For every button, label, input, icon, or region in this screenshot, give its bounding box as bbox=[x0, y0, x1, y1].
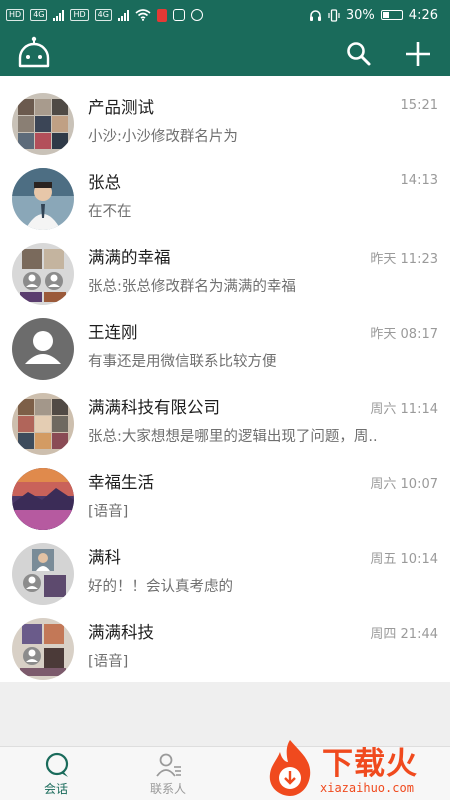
clock: 4:26 bbox=[408, 7, 438, 23]
conversation-name: 张总 bbox=[88, 173, 121, 192]
conversation-time: 周四 21:44 bbox=[370, 627, 438, 642]
headset-icon bbox=[309, 9, 321, 21]
status-right: 30% 4:26 bbox=[309, 8, 438, 23]
conversation-preview: 张总:张总修改群名为满满的幸福 bbox=[88, 279, 296, 295]
add-icon[interactable] bbox=[402, 38, 434, 70]
conversation-item[interactable]: 幸福生活 周六 10:07 [语音] bbox=[0, 457, 450, 532]
conversation-name: 满满的幸福 bbox=[88, 248, 171, 267]
conversation-time: 昨天 08:17 bbox=[370, 327, 438, 342]
group-avatar bbox=[12, 618, 74, 680]
conversation-item[interactable]: 王连刚 昨天 08:17 有事还是用微信联系比较方便 bbox=[0, 307, 450, 382]
conversation-name: 王连刚 bbox=[88, 323, 138, 342]
conversation-preview: [语音] bbox=[88, 504, 129, 520]
recording-icon bbox=[156, 8, 167, 22]
conversation-preview: 在不在 bbox=[88, 204, 132, 220]
conversation-time: 昨天 11:23 bbox=[370, 252, 438, 267]
conversation-item[interactable]: 张总 14:13 在不在 bbox=[0, 157, 450, 232]
hd-badge-2: HD bbox=[70, 9, 89, 21]
status-left: HD 4G HD 4G bbox=[6, 8, 203, 22]
conversation-name: 满科 bbox=[88, 548, 121, 567]
contacts-icon bbox=[156, 753, 181, 777]
app-notification-icon bbox=[190, 9, 203, 21]
conversation-list: 产品测试 15:21 小沙:小沙修改群名片为 张总 14:13 在不在 满满的幸… bbox=[0, 82, 450, 682]
conversation-time: 周六 11:14 bbox=[370, 402, 438, 417]
battery-icon bbox=[380, 10, 403, 20]
conversation-name: 幸福生活 bbox=[88, 473, 154, 492]
robot-logo-icon[interactable] bbox=[14, 36, 54, 72]
conversation-preview: [语音] bbox=[88, 654, 129, 670]
conversation-item[interactable]: 满满的幸福 昨天 11:23 张总:张总修改群名为满满的幸福 bbox=[0, 232, 450, 307]
conversation-name: 满满科技 bbox=[88, 623, 154, 642]
conversation-time: 15:21 bbox=[400, 98, 438, 113]
signal-icon bbox=[53, 9, 65, 21]
flame-logo-icon bbox=[269, 740, 311, 796]
conversation-time: 14:13 bbox=[400, 173, 438, 188]
conversation-item[interactable]: 满科 周五 10:14 好的！！会认真考虑的 bbox=[0, 532, 450, 607]
wifi-icon bbox=[135, 9, 151, 21]
conversation-name: 产品测试 bbox=[88, 98, 154, 117]
vibrate-icon bbox=[328, 8, 340, 22]
watermark-text: 下载火 bbox=[322, 746, 418, 782]
status-bar: HD 4G HD 4G 30% 4:26 bbox=[0, 0, 450, 30]
landscape-avatar bbox=[12, 468, 74, 530]
xiazaihuo-watermark: 下载火 xiazaihuo.com bbox=[262, 738, 450, 800]
network-4g-badge-2: 4G bbox=[94, 9, 112, 21]
conversation-time: 周五 10:14 bbox=[370, 552, 438, 567]
conversation-preview: 好的！！会认真考虑的 bbox=[88, 579, 233, 595]
default-avatar bbox=[12, 318, 74, 380]
app-bar bbox=[0, 30, 450, 76]
contact-avatar bbox=[12, 168, 74, 230]
group-avatar bbox=[12, 543, 74, 605]
conversation-preview: 小沙:小沙修改群名片为 bbox=[88, 129, 238, 145]
watermark-url: xiazaihuo.com bbox=[320, 781, 414, 795]
empty-area bbox=[0, 682, 450, 746]
group-avatar bbox=[12, 93, 74, 155]
chat-bubble-icon bbox=[45, 752, 69, 777]
conversation-item[interactable]: 满满科技 周四 21:44 [语音] bbox=[0, 607, 450, 682]
conversation-item[interactable]: 满满科技有限公司 周六 11:14 张总:大家想想是哪里的逻辑出现了问题，周.. bbox=[0, 382, 450, 457]
search-icon[interactable] bbox=[344, 39, 374, 69]
signal-icon-2 bbox=[117, 9, 129, 21]
conversation-preview: 有事还是用微信联系比较方便 bbox=[88, 354, 277, 370]
notification-icon bbox=[172, 9, 185, 21]
conversation-time: 周六 10:07 bbox=[370, 477, 438, 492]
group-avatar bbox=[12, 243, 74, 305]
tab-label: 联系人 bbox=[149, 782, 186, 796]
hd-badge: HD bbox=[6, 9, 25, 21]
tab-conversations[interactable]: 会话 bbox=[0, 747, 112, 800]
group-avatar bbox=[12, 393, 74, 455]
conversation-name: 满满科技有限公司 bbox=[88, 398, 220, 417]
tab-contacts[interactable]: 联系人 bbox=[112, 747, 224, 800]
battery-percent: 30% bbox=[345, 7, 375, 23]
conversation-preview: 张总:大家想想是哪里的逻辑出现了问题，周.. bbox=[88, 429, 378, 445]
tab-label: 会话 bbox=[43, 782, 68, 796]
network-4g-badge: 4G bbox=[30, 9, 48, 21]
conversation-item[interactable]: 产品测试 15:21 小沙:小沙修改群名片为 bbox=[0, 82, 450, 157]
